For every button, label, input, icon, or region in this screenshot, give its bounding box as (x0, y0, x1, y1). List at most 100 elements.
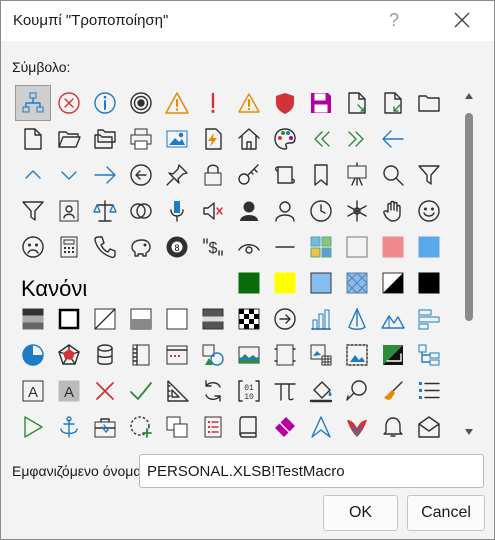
symbol-folder[interactable] (411, 85, 447, 121)
symbol-circle-left[interactable] (123, 157, 159, 193)
symbol-chevron-down[interactable] (51, 157, 87, 193)
symbol-piggy-bank[interactable] (123, 229, 159, 265)
symbol-image-dotted[interactable] (339, 337, 375, 373)
symbol-square-white[interactable] (159, 301, 195, 337)
scroll-down-button[interactable] (462, 425, 476, 439)
symbol-double-left[interactable] (303, 121, 339, 157)
symbol-square-green[interactable] (231, 265, 267, 301)
symbol-funnel[interactable] (411, 157, 447, 193)
symbol-clock[interactable] (303, 193, 339, 229)
symbol-cross-x[interactable] (87, 373, 123, 409)
symbol-bell[interactable] (375, 409, 411, 445)
symbol-landscape[interactable] (231, 337, 267, 373)
symbol-printer[interactable] (123, 121, 159, 157)
symbol-doc-arrow-green[interactable] (375, 85, 411, 121)
symbol-circle-arrow[interactable] (267, 301, 303, 337)
symbol-arrow-left[interactable] (375, 121, 411, 157)
symbol-square-blue[interactable] (411, 229, 447, 265)
symbol-snowflake[interactable] (339, 193, 375, 229)
symbol-play[interactable] (15, 409, 51, 445)
symbol-calculator[interactable] (51, 229, 87, 265)
symbol-triangle-ruler[interactable] (159, 373, 195, 409)
symbol-exclamation[interactable] (195, 85, 231, 121)
symbol-bird[interactable] (339, 409, 375, 445)
symbol-scroll[interactable] (267, 157, 303, 193)
symbol-half-square[interactable] (375, 265, 411, 301)
symbol-pie-chart[interactable] (15, 337, 51, 373)
ok-button[interactable]: OK (323, 495, 398, 531)
symbol-square-hatched[interactable] (339, 265, 375, 301)
symbol-funnel-lines[interactable] (15, 193, 51, 229)
symbol-contact-card[interactable] (51, 193, 87, 229)
symbol-binary-box[interactable]: 01 10 (231, 373, 267, 409)
symbol-letter-a-gray[interactable]: A (51, 373, 87, 409)
symbol-anchor[interactable] (51, 409, 87, 445)
symbol-cone[interactable] (339, 301, 375, 337)
symbol-square-stripes[interactable] (195, 301, 231, 337)
symbol-hierarchy[interactable] (411, 337, 447, 373)
symbol-check[interactable] (123, 373, 159, 409)
symbol-warning[interactable] (159, 85, 195, 121)
symbol-frown[interactable] (15, 229, 51, 265)
symbol-checker[interactable] (231, 301, 267, 337)
symbol-square-red[interactable] (375, 229, 411, 265)
symbol-floppy-disk[interactable] (303, 85, 339, 121)
symbol-brush[interactable] (375, 373, 411, 409)
symbol-microphone[interactable] (159, 193, 195, 229)
cancel-button[interactable]: Cancel (407, 495, 485, 531)
symbol-lasso[interactable] (339, 373, 375, 409)
symbol-cylinders[interactable] (87, 337, 123, 373)
symbol-picture[interactable] (159, 121, 195, 157)
vertical-scrollbar[interactable] (462, 89, 476, 439)
symbol-color-grid[interactable] (303, 229, 339, 265)
scrollbar-thumb[interactable] (465, 113, 473, 321)
symbol-folders[interactable] (87, 121, 123, 157)
symbol-refresh[interactable] (195, 373, 231, 409)
symbol-doc-binder[interactable] (123, 337, 159, 373)
symbol-shield[interactable] (267, 85, 303, 121)
symbol-scales[interactable] (87, 193, 123, 229)
symbol-phone[interactable] (87, 229, 123, 265)
symbol-pin[interactable] (159, 157, 195, 193)
symbol-easel[interactable] (339, 157, 375, 193)
symbol-circles[interactable] (123, 193, 159, 229)
symbol-folder-open[interactable] (51, 121, 87, 157)
symbol-envelope[interactable] (411, 409, 447, 445)
symbol-square-outline[interactable] (51, 301, 87, 337)
symbol-arrow-up-right[interactable] (303, 409, 339, 445)
symbol-gradient-square[interactable] (375, 337, 411, 373)
symbol-page[interactable] (15, 121, 51, 157)
symbol-smiley[interactable] (411, 193, 447, 229)
symbol-org-chart[interactable] (15, 85, 51, 121)
scroll-up-button[interactable] (462, 89, 476, 103)
display-name-input[interactable] (139, 454, 484, 488)
symbol-radar[interactable] (51, 337, 87, 373)
symbol-pi[interactable] (267, 373, 303, 409)
symbol-person-filled[interactable] (231, 193, 267, 229)
symbol-warning-small[interactable] (231, 85, 267, 121)
symbol-home[interactable] (231, 121, 267, 157)
symbol-3d-shapes[interactable] (195, 337, 231, 373)
symbol-lightning-doc[interactable] (195, 121, 231, 157)
symbol-book[interactable] (231, 409, 267, 445)
symbol-dash[interactable] (267, 229, 303, 265)
symbol-mountains[interactable] (375, 301, 411, 337)
help-button[interactable]: ? (384, 7, 404, 33)
symbol-info[interactable] (87, 85, 123, 121)
symbol-doc-arrow[interactable] (339, 85, 375, 121)
symbol-toolbox[interactable] (87, 409, 123, 445)
close-button[interactable] (449, 7, 475, 33)
symbol-square-yellow[interactable] (267, 265, 303, 301)
symbol-square-blue-light[interactable] (303, 265, 339, 301)
symbol-bars-right[interactable] (411, 301, 447, 337)
symbol-frame[interactable] (267, 337, 303, 373)
symbol-image-grid[interactable] (303, 337, 339, 373)
symbol-lock[interactable] (195, 157, 231, 193)
symbol-letter-a[interactable]: A (15, 373, 51, 409)
symbol-app-window[interactable] (159, 337, 195, 373)
symbol-copy-stack[interactable] (159, 409, 195, 445)
symbol-target[interactable] (123, 85, 159, 121)
symbol-red-list[interactable] (195, 409, 231, 445)
symbol-square-black[interactable] (411, 265, 447, 301)
symbol-dotted-plus[interactable] (123, 409, 159, 445)
